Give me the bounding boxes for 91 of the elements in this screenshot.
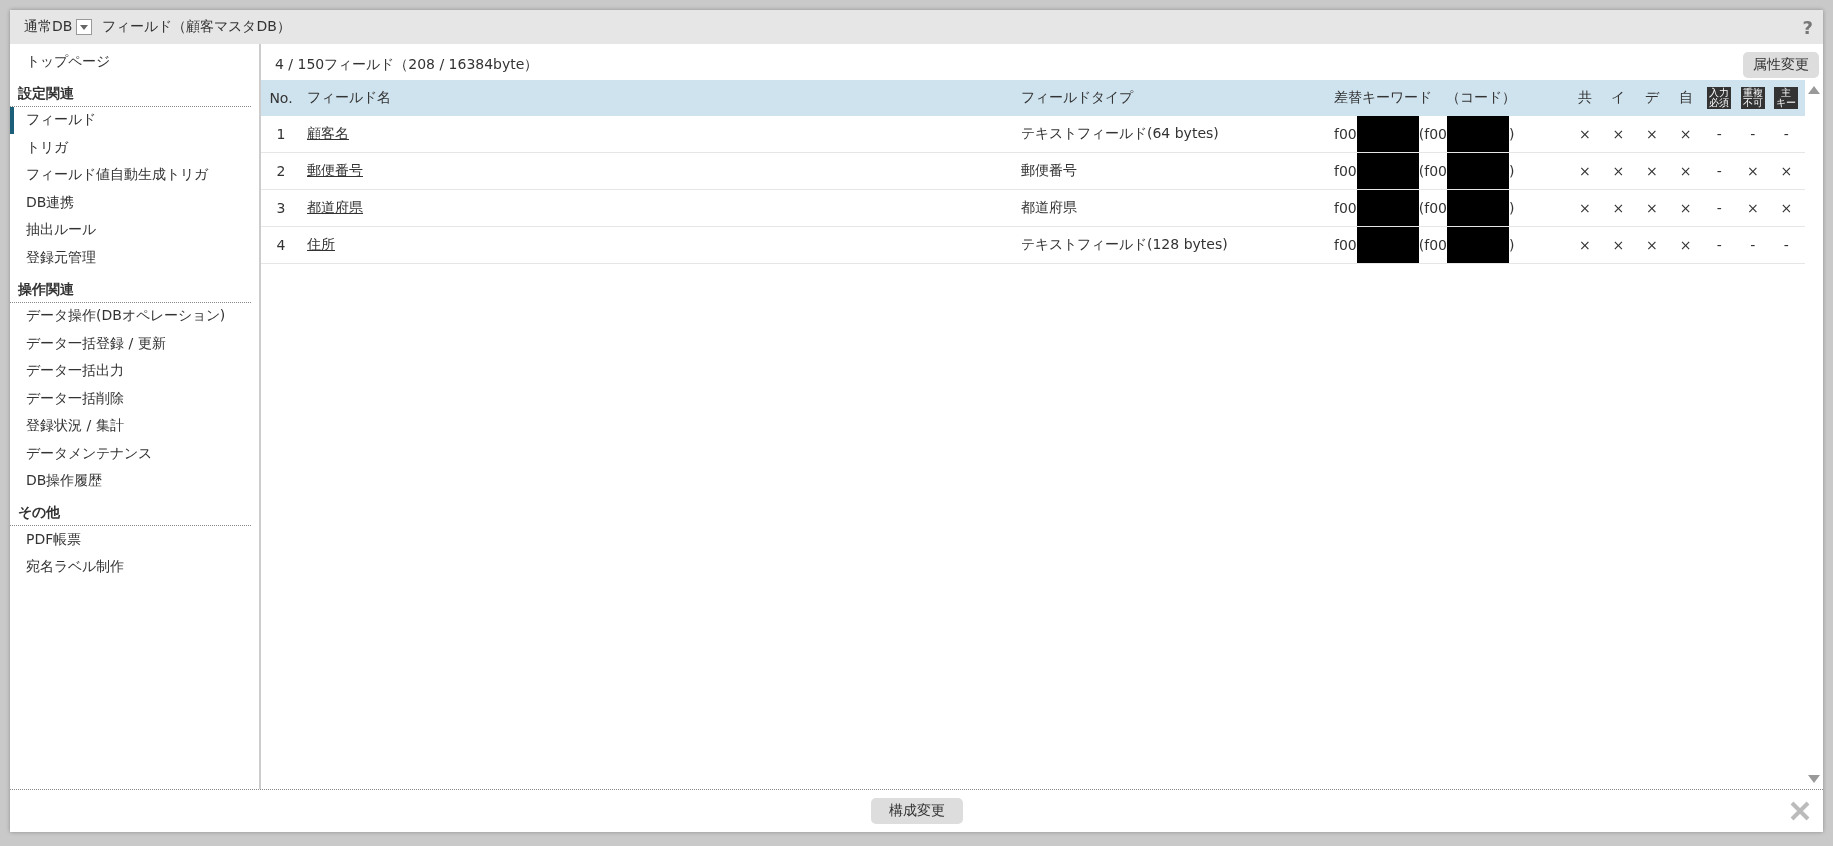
table-cell-text: × xyxy=(1611,200,1626,216)
sidebar-item[interactable]: フィールド値自動生成トリガ xyxy=(10,161,259,189)
table-cell-text: × xyxy=(1645,200,1659,216)
table-cell-text: テキストフィールド(128 bytes) xyxy=(1020,236,1229,254)
column-header: 共 xyxy=(1576,89,1593,107)
table-cell: ) xyxy=(1508,126,1515,142)
field-name-link[interactable]: 郵便番号 xyxy=(307,162,363,178)
column-header: 差替キーワード （コード） xyxy=(1333,89,1517,107)
table-cell-text: × xyxy=(1645,237,1659,253)
scroll-up-icon[interactable] xyxy=(1808,86,1820,94)
table-cell-text: × xyxy=(1779,163,1794,179)
section-heading: その他 xyxy=(10,495,251,526)
window-title: フィールド（顧客マスタDB） xyxy=(102,18,291,36)
table-cell-text: × xyxy=(1678,126,1693,142)
table-cell-text: × xyxy=(1645,126,1659,142)
table-cell-text: - xyxy=(1715,237,1723,253)
table-cell-text: 4 xyxy=(275,237,287,253)
sidebar-item[interactable]: DB操作履歴 xyxy=(10,467,259,495)
sidebar-item[interactable]: 抽出ルール xyxy=(10,216,259,244)
section-heading: 設定関連 xyxy=(10,75,251,107)
table-cell: f00 xyxy=(1334,163,1357,179)
column-header: フィールドタイプ xyxy=(1020,89,1135,107)
sidebar-item[interactable]: データ操作(DBオペレーション) xyxy=(10,302,259,330)
sidebar-item[interactable]: データ一括削除 xyxy=(10,385,259,413)
table-cell-text: - xyxy=(1715,126,1723,142)
table-cell-text: - xyxy=(1749,126,1757,142)
table-cell-text: × xyxy=(1678,237,1693,253)
attribute-change-button[interactable]: 属性変更 xyxy=(1743,52,1819,78)
column-header: 重複 不可 xyxy=(1740,87,1765,109)
section-heading: 操作関連 xyxy=(10,271,251,303)
sidebar-item[interactable]: 宛名ラベル制作 xyxy=(10,553,259,581)
table-cell: f00 xyxy=(1334,200,1357,216)
table-cell: ) xyxy=(1508,237,1515,253)
dropdown-icon[interactable] xyxy=(76,19,93,35)
sidebar-item[interactable]: トップページ xyxy=(10,48,259,76)
column-header: 主 キー xyxy=(1774,87,1799,109)
table-cell: ) xyxy=(1508,200,1515,216)
sidebar-item[interactable]: DB連携 xyxy=(10,189,259,217)
table-cell-text: × xyxy=(1577,200,1592,216)
table-cell-text: × xyxy=(1678,200,1693,216)
table-cell: (f00 xyxy=(1418,163,1447,179)
table-cell-text: × xyxy=(1678,163,1693,179)
field-name-link[interactable]: 都道府県 xyxy=(307,199,363,215)
table-cell-text: × xyxy=(1745,200,1760,216)
table-cell-text: 1 xyxy=(275,126,287,142)
table-cell-text: - xyxy=(1715,163,1723,179)
column-header: 入力 必須 xyxy=(1707,87,1732,109)
sidebar-item[interactable]: PDF帳票 xyxy=(10,526,259,554)
table-cell-text: 3 xyxy=(275,200,287,216)
table-cell: (f00 xyxy=(1418,200,1447,216)
table-cell-text: × xyxy=(1611,126,1626,142)
table-cell-text: × xyxy=(1611,163,1626,179)
column-header: 自 xyxy=(1677,89,1694,107)
table-cell: f00 xyxy=(1334,126,1357,142)
table-cell: f00 xyxy=(1334,237,1357,253)
table-cell: ) xyxy=(1508,163,1515,179)
column-header: イ xyxy=(1610,89,1627,107)
table-cell-text: - xyxy=(1782,237,1790,253)
table-cell-text: × xyxy=(1779,200,1794,216)
scroll-down-icon[interactable] xyxy=(1808,775,1820,783)
table-cell-text: × xyxy=(1577,163,1592,179)
field-name-link[interactable]: 住所 xyxy=(307,236,335,252)
close-icon[interactable] xyxy=(1789,800,1811,822)
sidebar-item[interactable]: 登録元管理 xyxy=(10,244,259,272)
table-cell-text: - xyxy=(1715,200,1723,216)
sidebar-item[interactable]: 登録状況 / 集計 xyxy=(10,412,259,440)
restructure-button[interactable]: 構成変更 xyxy=(870,798,963,824)
table-cell-text: × xyxy=(1577,126,1592,142)
field-name-link[interactable]: 顧客名 xyxy=(307,125,349,141)
table-cell-text: - xyxy=(1749,237,1757,253)
table-cell-text: × xyxy=(1645,163,1659,179)
table-cell-text: 郵便番号 xyxy=(1020,162,1078,180)
table-cell-text: × xyxy=(1745,163,1760,179)
sidebar-item[interactable]: データ一括登録 / 更新 xyxy=(10,330,259,358)
sidebar-item[interactable]: トリガ xyxy=(10,134,259,162)
column-header: No. xyxy=(268,90,294,106)
table-cell-text: テキストフィールド(64 bytes) xyxy=(1020,125,1220,143)
column-header: フィールド名 xyxy=(306,89,392,107)
sidebar-item[interactable]: データ一括出力 xyxy=(10,357,259,385)
sidebar-item[interactable]: データメンテナンス xyxy=(10,440,259,468)
table-cell-text: × xyxy=(1577,237,1592,253)
table-cell: (f00 xyxy=(1418,237,1447,253)
table-cell-text: 都道府県 xyxy=(1020,199,1078,217)
table-cell-text: 2 xyxy=(275,163,287,179)
table-cell: (f00 xyxy=(1418,126,1447,142)
db-menu[interactable]: 通常DB xyxy=(24,18,93,36)
table-cell-text: × xyxy=(1611,237,1626,253)
column-header: デ xyxy=(1644,89,1661,107)
help-button[interactable]: ? xyxy=(1802,16,1813,38)
field-count: 4 / 150フィールド（208 / 16384byte） xyxy=(275,56,539,74)
table-cell-text: - xyxy=(1782,126,1790,142)
